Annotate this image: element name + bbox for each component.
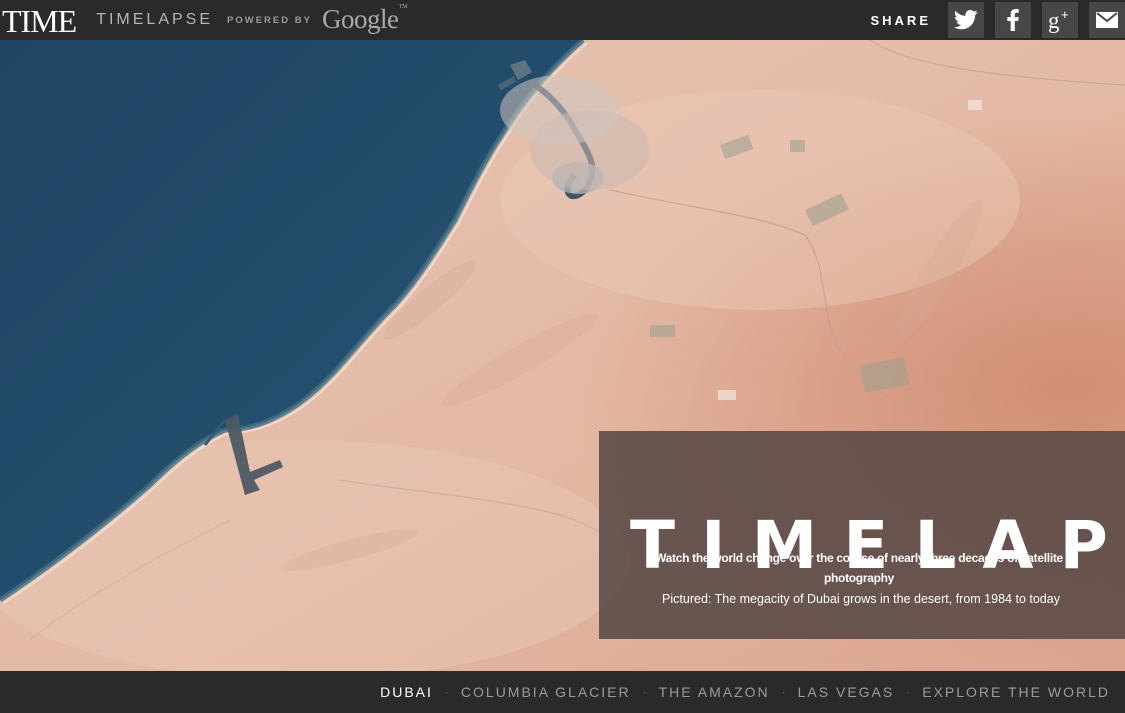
nav-item-dubai[interactable]: DUBAI — [380, 684, 433, 700]
share-facebook-button[interactable] — [995, 2, 1031, 38]
share-twitter-button[interactable] — [948, 2, 984, 38]
share-email-button[interactable] — [1089, 2, 1125, 38]
timelapse-page: TIME TIMELAPSE POWERED BY GoogleTM SHARE — [0, 0, 1125, 713]
nav-separator: · — [444, 685, 449, 699]
google-plus-icon: g + — [1046, 7, 1074, 33]
nav-separator: · — [781, 685, 786, 699]
intro-tagline: Watch the world change over the course o… — [655, 551, 1063, 585]
nav-separator: · — [642, 685, 647, 699]
share-area: SHARE g + — [870, 0, 1125, 40]
nav-separator: · — [906, 685, 911, 699]
intro-overlay: TIMELAPSE Watch the world change over th… — [599, 431, 1125, 639]
time-logo[interactable]: TIME — [2, 3, 77, 37]
nav-item-explore-the-world[interactable]: EXPLORE THE WORLD — [922, 684, 1110, 700]
facebook-icon — [1007, 9, 1019, 31]
top-bar: TIME TIMELAPSE POWERED BY GoogleTM SHARE — [0, 0, 1125, 40]
intro-caption: Pictured: The megacity of Dubai grows in… — [662, 592, 1060, 606]
google-logo: GoogleTM — [321, 3, 408, 34]
nav-item-the-amazon[interactable]: THE AMAZON — [659, 684, 770, 700]
share-label: SHARE — [870, 12, 931, 28]
svg-text:g: g — [1048, 8, 1060, 33]
twitter-icon — [954, 10, 978, 30]
svg-text:+: + — [1061, 7, 1069, 22]
location-nav: DUBAI · COLUMBIA GLACIER · THE AMAZON · … — [0, 671, 1125, 713]
share-google-plus-button[interactable]: g + — [1042, 2, 1078, 38]
powered-by-label: POWERED BY — [227, 14, 312, 26]
nav-item-columbia-glacier[interactable]: COLUMBIA GLACIER — [461, 684, 631, 700]
nav-item-las-vegas[interactable]: LAS VEGAS — [798, 684, 895, 700]
email-icon — [1096, 12, 1118, 28]
timelapse-product-name[interactable]: TIMELAPSE — [96, 11, 213, 29]
